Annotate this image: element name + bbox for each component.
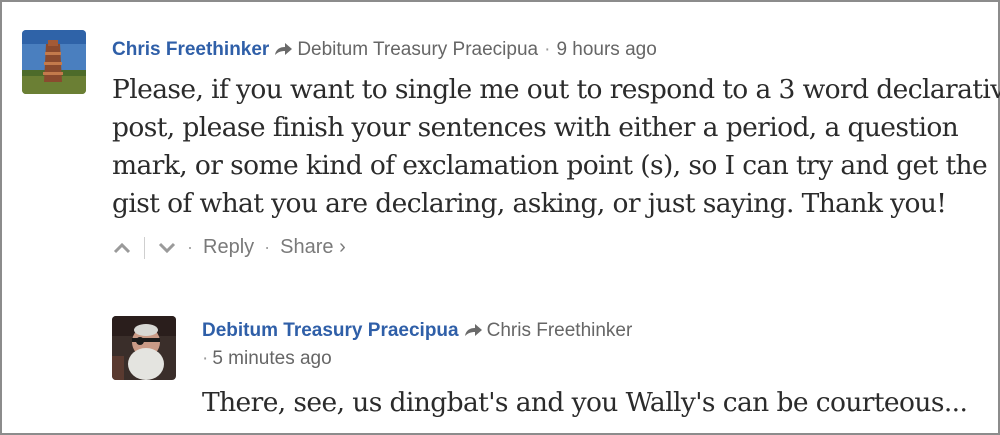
chevron-up-icon: [113, 242, 131, 253]
avatar[interactable]: [112, 316, 176, 380]
vote-divider: [144, 236, 145, 259]
comment-meta: Debitum Treasury Praecipua Chris Freethin…: [202, 320, 632, 344]
comment-body: Please, if you want to single me out to …: [112, 71, 1000, 223]
downvote-button[interactable]: [157, 241, 177, 255]
tower-photo-avatar-icon: [22, 30, 86, 94]
comment-line: There, see, us dingbat's and you Wally's…: [202, 387, 968, 418]
share-button[interactable]: Share ›: [280, 236, 346, 259]
reply-to-link[interactable]: Debitum Treasury Praecipua: [297, 39, 538, 60]
comment-line: Please, if you want to single me out to …: [112, 74, 1000, 105]
comment-actions: · Reply · Share ›: [112, 236, 346, 259]
comment-line: post, please finish your sentences with …: [112, 112, 959, 143]
author-link[interactable]: Chris Freethinker: [112, 39, 269, 60]
avatar[interactable]: [22, 30, 86, 94]
comment-body: There, see, us dingbat's and you Wally's…: [202, 384, 968, 422]
reply-to-link[interactable]: Chris Freethinker: [487, 320, 633, 341]
reply-button[interactable]: Reply: [203, 236, 254, 259]
separator-dot: ·: [187, 237, 193, 257]
separator-dot: ·: [202, 348, 209, 369]
comment-thread: Chris Freethinker Debitum Treasury Praeci…: [0, 0, 1000, 435]
comment-line: gist of what you are declaring, asking, …: [112, 188, 947, 219]
chevron-down-icon: [158, 242, 176, 253]
separator-dot: ·: [544, 39, 551, 60]
separator-dot: ·: [264, 237, 271, 257]
author-link[interactable]: Debitum Treasury Praecipua: [202, 320, 459, 341]
timestamp[interactable]: 5 minutes ago: [212, 348, 331, 369]
comment-meta: Chris Freethinker Debitum Treasury Praeci…: [112, 39, 657, 63]
timestamp[interactable]: 9 hours ago: [556, 39, 656, 60]
reply-arrow-icon: [463, 322, 483, 344]
reply-arrow-icon: [273, 41, 293, 63]
comment-line: mark, or some kind of exclamation point …: [112, 150, 988, 181]
bearded-man-avatar-icon: [112, 316, 176, 380]
upvote-button[interactable]: [112, 241, 132, 255]
comment-time-row: · 5 minutes ago: [202, 348, 332, 370]
